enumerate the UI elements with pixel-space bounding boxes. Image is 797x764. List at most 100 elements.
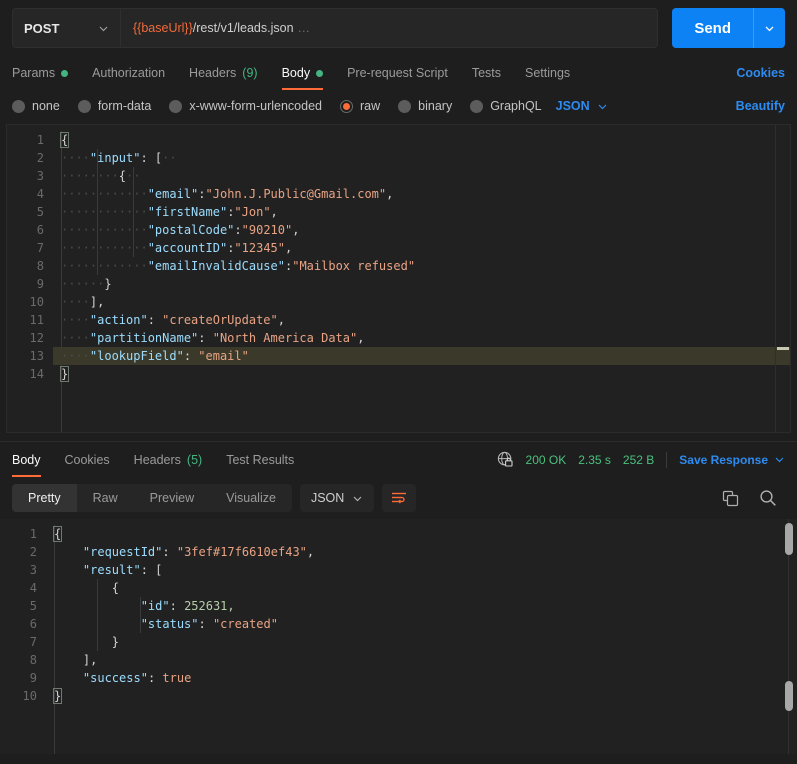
code-token: } <box>52 688 63 704</box>
code-line: { <box>54 579 797 597</box>
beautify-button[interactable]: Beautify <box>736 99 785 113</box>
response-tab-test-results[interactable]: Test Results <box>214 442 306 477</box>
request-url-input[interactable]: {{baseUrl}}/rest/v1/leads.json… <box>120 8 659 48</box>
line-number: 13 <box>29 349 44 363</box>
code-token: "Mailbox refused" <box>292 259 416 273</box>
line-number: 5 <box>29 599 37 613</box>
has-content-dot-icon <box>316 69 324 77</box>
response-tab-cookies[interactable]: Cookies <box>53 442 122 477</box>
code-token: { <box>59 132 70 148</box>
tab-settings[interactable]: Settings <box>513 56 582 90</box>
line-number: 7 <box>36 241 44 255</box>
response-time[interactable]: 2.35 s <box>578 453 611 467</box>
tab-headers[interactable]: Headers (9) <box>177 56 270 90</box>
code-token: "id" <box>140 599 170 613</box>
code-line: ············"firstName":"Jon", <box>61 205 278 219</box>
word-wrap-toggle[interactable] <box>382 484 417 512</box>
response-status-area: 200 OK 2.35 s 252 B Save Response <box>497 442 785 477</box>
response-tab-headers[interactable]: Headers (5) <box>122 442 215 477</box>
body-type-binary[interactable]: binary <box>398 99 452 113</box>
line-number: 2 <box>36 151 44 165</box>
line-number: 1 <box>36 133 44 147</box>
line-number: 11 <box>29 313 44 327</box>
body-type-none[interactable]: none <box>12 99 60 113</box>
line-number: 12 <box>29 331 44 345</box>
response-status-code[interactable]: 200 OK <box>526 453 567 467</box>
tab-params[interactable]: Params <box>12 56 80 90</box>
tab-body[interactable]: Body <box>270 56 336 90</box>
response-scroll-thumb-top[interactable] <box>785 523 793 555</box>
code-line: ····"action": "createOrUpdate", <box>61 313 285 327</box>
response-scroll-thumb-bottom[interactable] <box>785 681 793 711</box>
code-token: "action" <box>89 313 148 327</box>
divider <box>666 451 668 468</box>
body-language-selector[interactable]: JSON <box>556 99 608 113</box>
line-number: 9 <box>29 671 37 685</box>
code-line: { <box>52 525 797 543</box>
response-code-lines[interactable]: { "requestId": "3fef#17f6610ef43", "resu… <box>46 525 797 754</box>
code-line: ····], <box>61 295 105 309</box>
code-token: "email" <box>198 349 249 363</box>
tab-authorization[interactable]: Authorization <box>80 56 177 90</box>
code-line: ············"emailInvalidCause":"Mailbox… <box>61 259 416 273</box>
cookies-link[interactable]: Cookies <box>736 56 785 90</box>
editor-scroll-track[interactable] <box>775 125 776 432</box>
request-line-numbers: 1 2 3 4 5 6 7 8 9 10 11 12 13 14 <box>7 131 53 432</box>
view-mode-raw[interactable]: Raw <box>77 484 134 512</box>
send-button-group: Send <box>672 8 785 48</box>
line-number: 3 <box>29 563 37 577</box>
tab-label: Headers <box>133 452 181 467</box>
http-method-selector[interactable]: POST <box>12 8 120 48</box>
request-body-editor[interactable]: 1 2 3 4 5 6 7 8 9 10 11 12 13 14 { ····"… <box>6 124 791 433</box>
code-line-active: ····"lookupField": "email" <box>53 347 790 365</box>
view-mode-visualize[interactable]: Visualize <box>210 484 292 512</box>
code-line: "result": [ <box>54 561 797 579</box>
code-token: "created" <box>212 617 278 631</box>
code-token: "postalCode" <box>147 223 235 237</box>
tab-pre-request-script[interactable]: Pre-request Script <box>335 56 460 90</box>
code-line: { <box>59 131 790 149</box>
save-response-button[interactable]: Save Response <box>679 453 785 467</box>
response-language-selector[interactable]: JSON <box>299 484 375 512</box>
view-mode-pretty[interactable]: Pretty <box>12 484 77 512</box>
body-type-urlencoded[interactable]: x-www-form-urlencoded <box>169 99 322 113</box>
view-mode-preview[interactable]: Preview <box>134 484 210 512</box>
word-wrap-icon <box>392 492 407 504</box>
tab-label: Test Results <box>226 452 295 467</box>
line-number: 4 <box>36 187 44 201</box>
radio-selected-icon <box>340 99 353 113</box>
code-line: ······} <box>61 277 112 291</box>
send-button[interactable]: Send <box>672 8 753 48</box>
code-token: "3fef#17f6610ef43" <box>176 545 307 559</box>
globe-lock-icon[interactable] <box>497 451 514 468</box>
line-number: 6 <box>29 617 37 631</box>
code-line: } <box>59 365 790 383</box>
copy-button[interactable] <box>722 490 739 507</box>
http-method-label: POST <box>24 20 60 36</box>
send-options-button[interactable] <box>753 8 785 48</box>
tab-tests[interactable]: Tests <box>460 56 513 90</box>
response-tab-bar: Body Cookies Headers (5) Test Results 20… <box>0 441 797 477</box>
body-type-raw[interactable]: raw <box>340 99 380 113</box>
search-button[interactable] <box>759 489 777 507</box>
radio-icon <box>12 99 25 113</box>
has-content-dot-icon <box>61 69 69 77</box>
response-code-area[interactable]: 1 2 3 4 5 6 7 8 9 10 { "requestId": "3fe… <box>0 519 797 754</box>
request-code-lines[interactable]: { ····"input": [·· ········{·· ·········… <box>53 131 790 432</box>
code-token: { <box>52 526 63 542</box>
line-number: 1 <box>29 527 37 541</box>
response-body-viewer[interactable]: 1 2 3 4 5 6 7 8 9 10 { "requestId": "3fe… <box>0 519 797 754</box>
request-url-bar: POST {{baseUrl}}/rest/v1/leads.json… Sen… <box>0 0 797 56</box>
request-code-area[interactable]: 1 2 3 4 5 6 7 8 9 10 11 12 13 14 { ····"… <box>7 125 790 432</box>
line-number: 14 <box>29 367 44 381</box>
search-icon <box>760 490 776 506</box>
body-type-graphql[interactable]: GraphQL <box>470 99 542 113</box>
code-token: "Jon" <box>234 205 271 219</box>
body-type-form-data[interactable]: form-data <box>77 99 151 113</box>
code-token: "requestId" <box>82 545 163 559</box>
response-size[interactable]: 252 B <box>623 453 654 467</box>
copy-icon <box>722 490 739 506</box>
code-token: ], <box>89 295 105 309</box>
response-tab-body[interactable]: Body <box>12 442 53 477</box>
tab-label: Cookies <box>64 452 110 467</box>
